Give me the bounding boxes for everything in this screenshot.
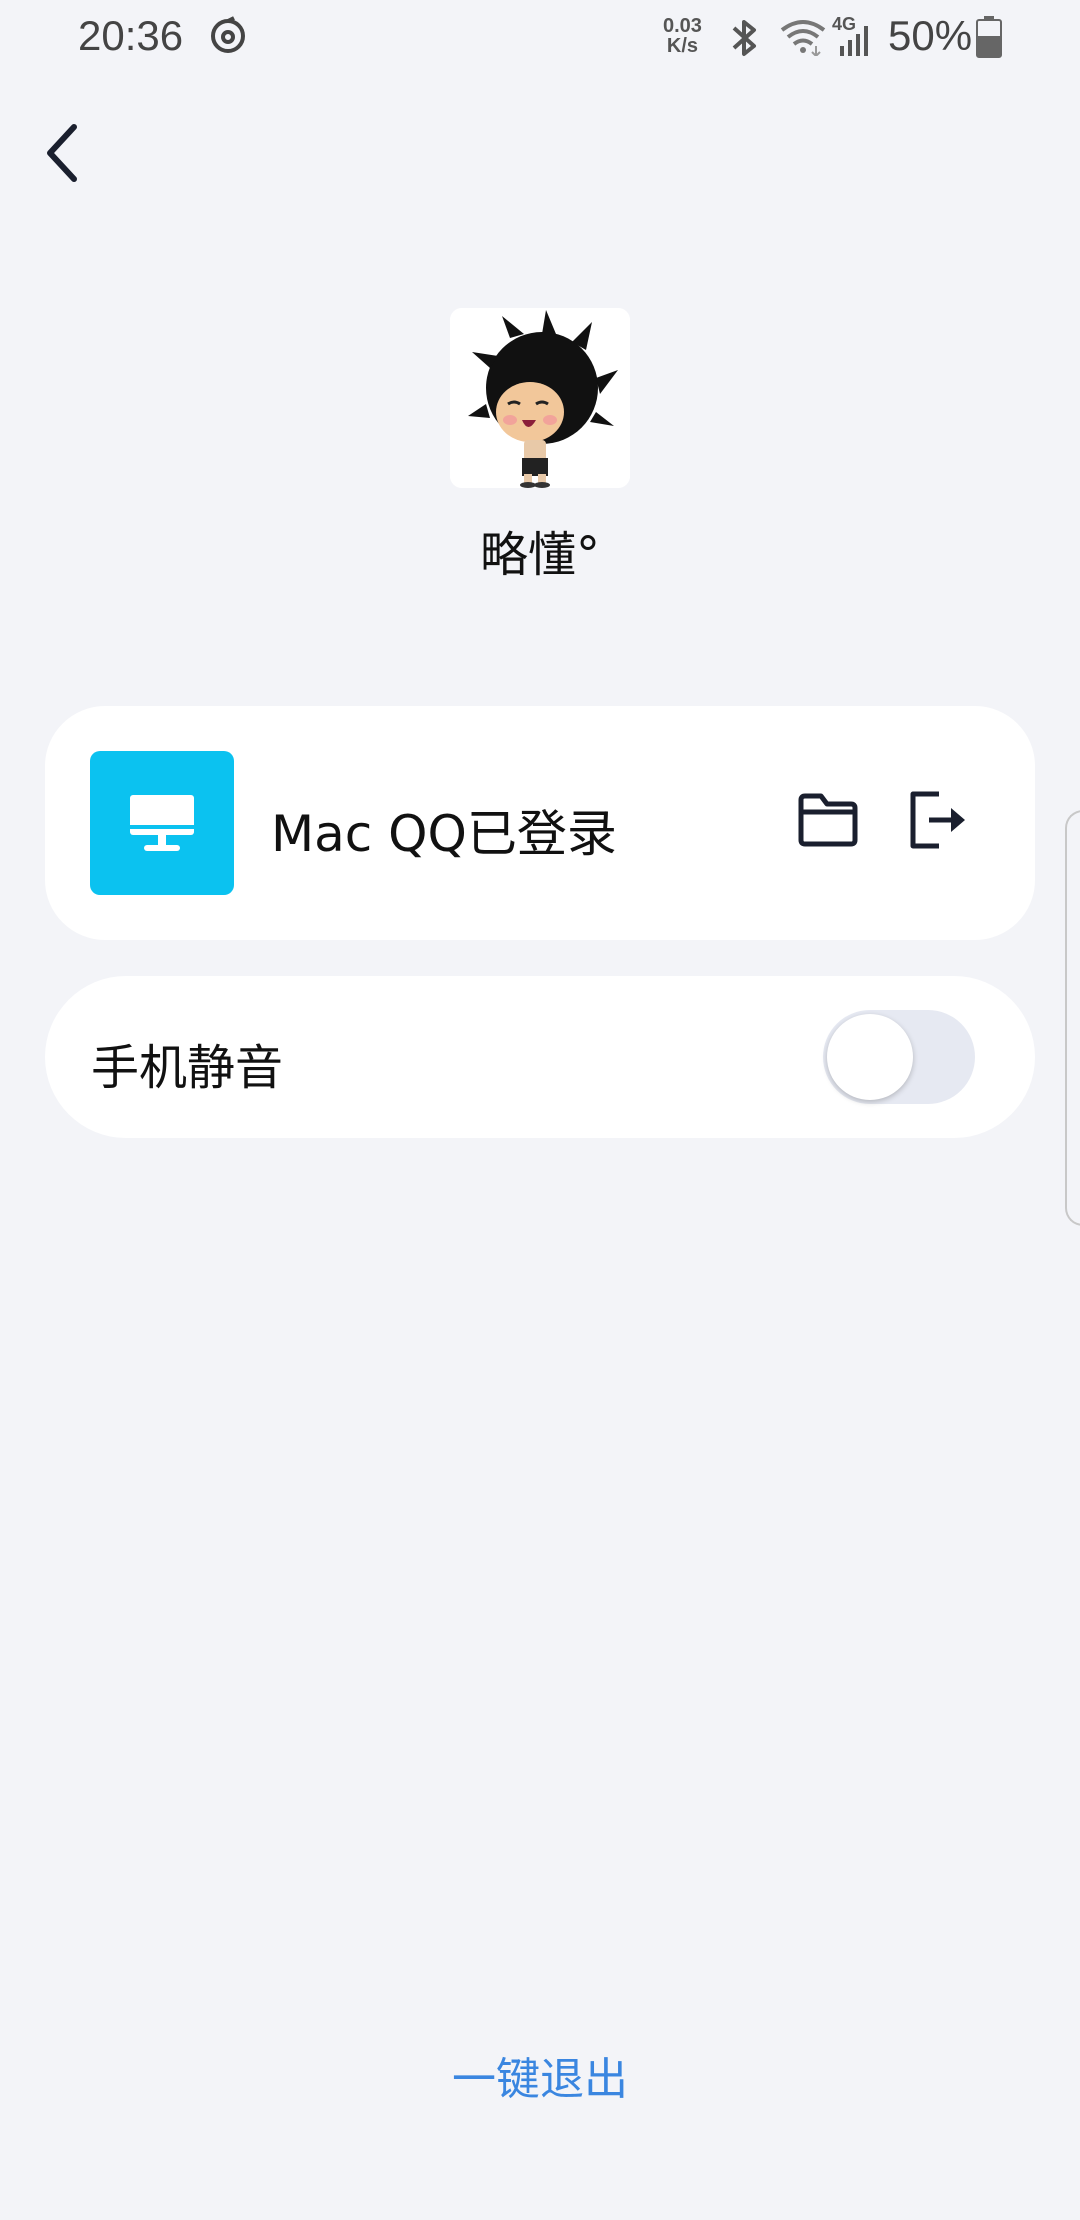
netease-music-icon <box>211 16 245 53</box>
back-button[interactable] <box>36 118 88 188</box>
phone-mute-label: 手机静音 <box>91 1040 284 1096</box>
battery-icon <box>976 16 1002 58</box>
network-speed: 0.03 K/s <box>663 16 702 56</box>
bluetooth-icon <box>732 20 756 56</box>
chevron-left-icon <box>47 124 77 182</box>
signal-icon <box>840 26 868 56</box>
edge-panel-handle[interactable] <box>1065 810 1080 1226</box>
logout-device-button[interactable] <box>905 788 971 852</box>
device-status-label: Mac QQ已登录 <box>271 805 617 863</box>
nickname: 略懂° <box>479 527 600 583</box>
monitor-icon <box>130 795 194 851</box>
battery-percentage: 50% <box>888 12 973 59</box>
phone-mute-card: 手机静音 <box>45 976 1035 1138</box>
exit-all-button[interactable]: 一键退出 <box>0 2043 1080 2107</box>
network-speed-unit: K/s <box>666 35 699 57</box>
device-icon-tile <box>90 751 234 895</box>
file-transfer-button[interactable] <box>795 790 861 850</box>
device-login-card: Mac QQ已登录 <box>45 706 1035 940</box>
wifi-icon <box>780 20 826 56</box>
network-speed-value: 0.03 <box>663 15 702 37</box>
phone-mute-toggle[interactable] <box>823 1010 975 1104</box>
logout-icon <box>910 791 965 849</box>
folder-icon <box>798 793 858 847</box>
avatar-image <box>450 308 630 488</box>
toggle-knob <box>827 1014 913 1100</box>
status-time: 20:36 <box>78 12 184 59</box>
avatar[interactable] <box>450 308 630 488</box>
status-bar: 20:36 0.03 K/s 4G 50% <box>0 0 1080 76</box>
